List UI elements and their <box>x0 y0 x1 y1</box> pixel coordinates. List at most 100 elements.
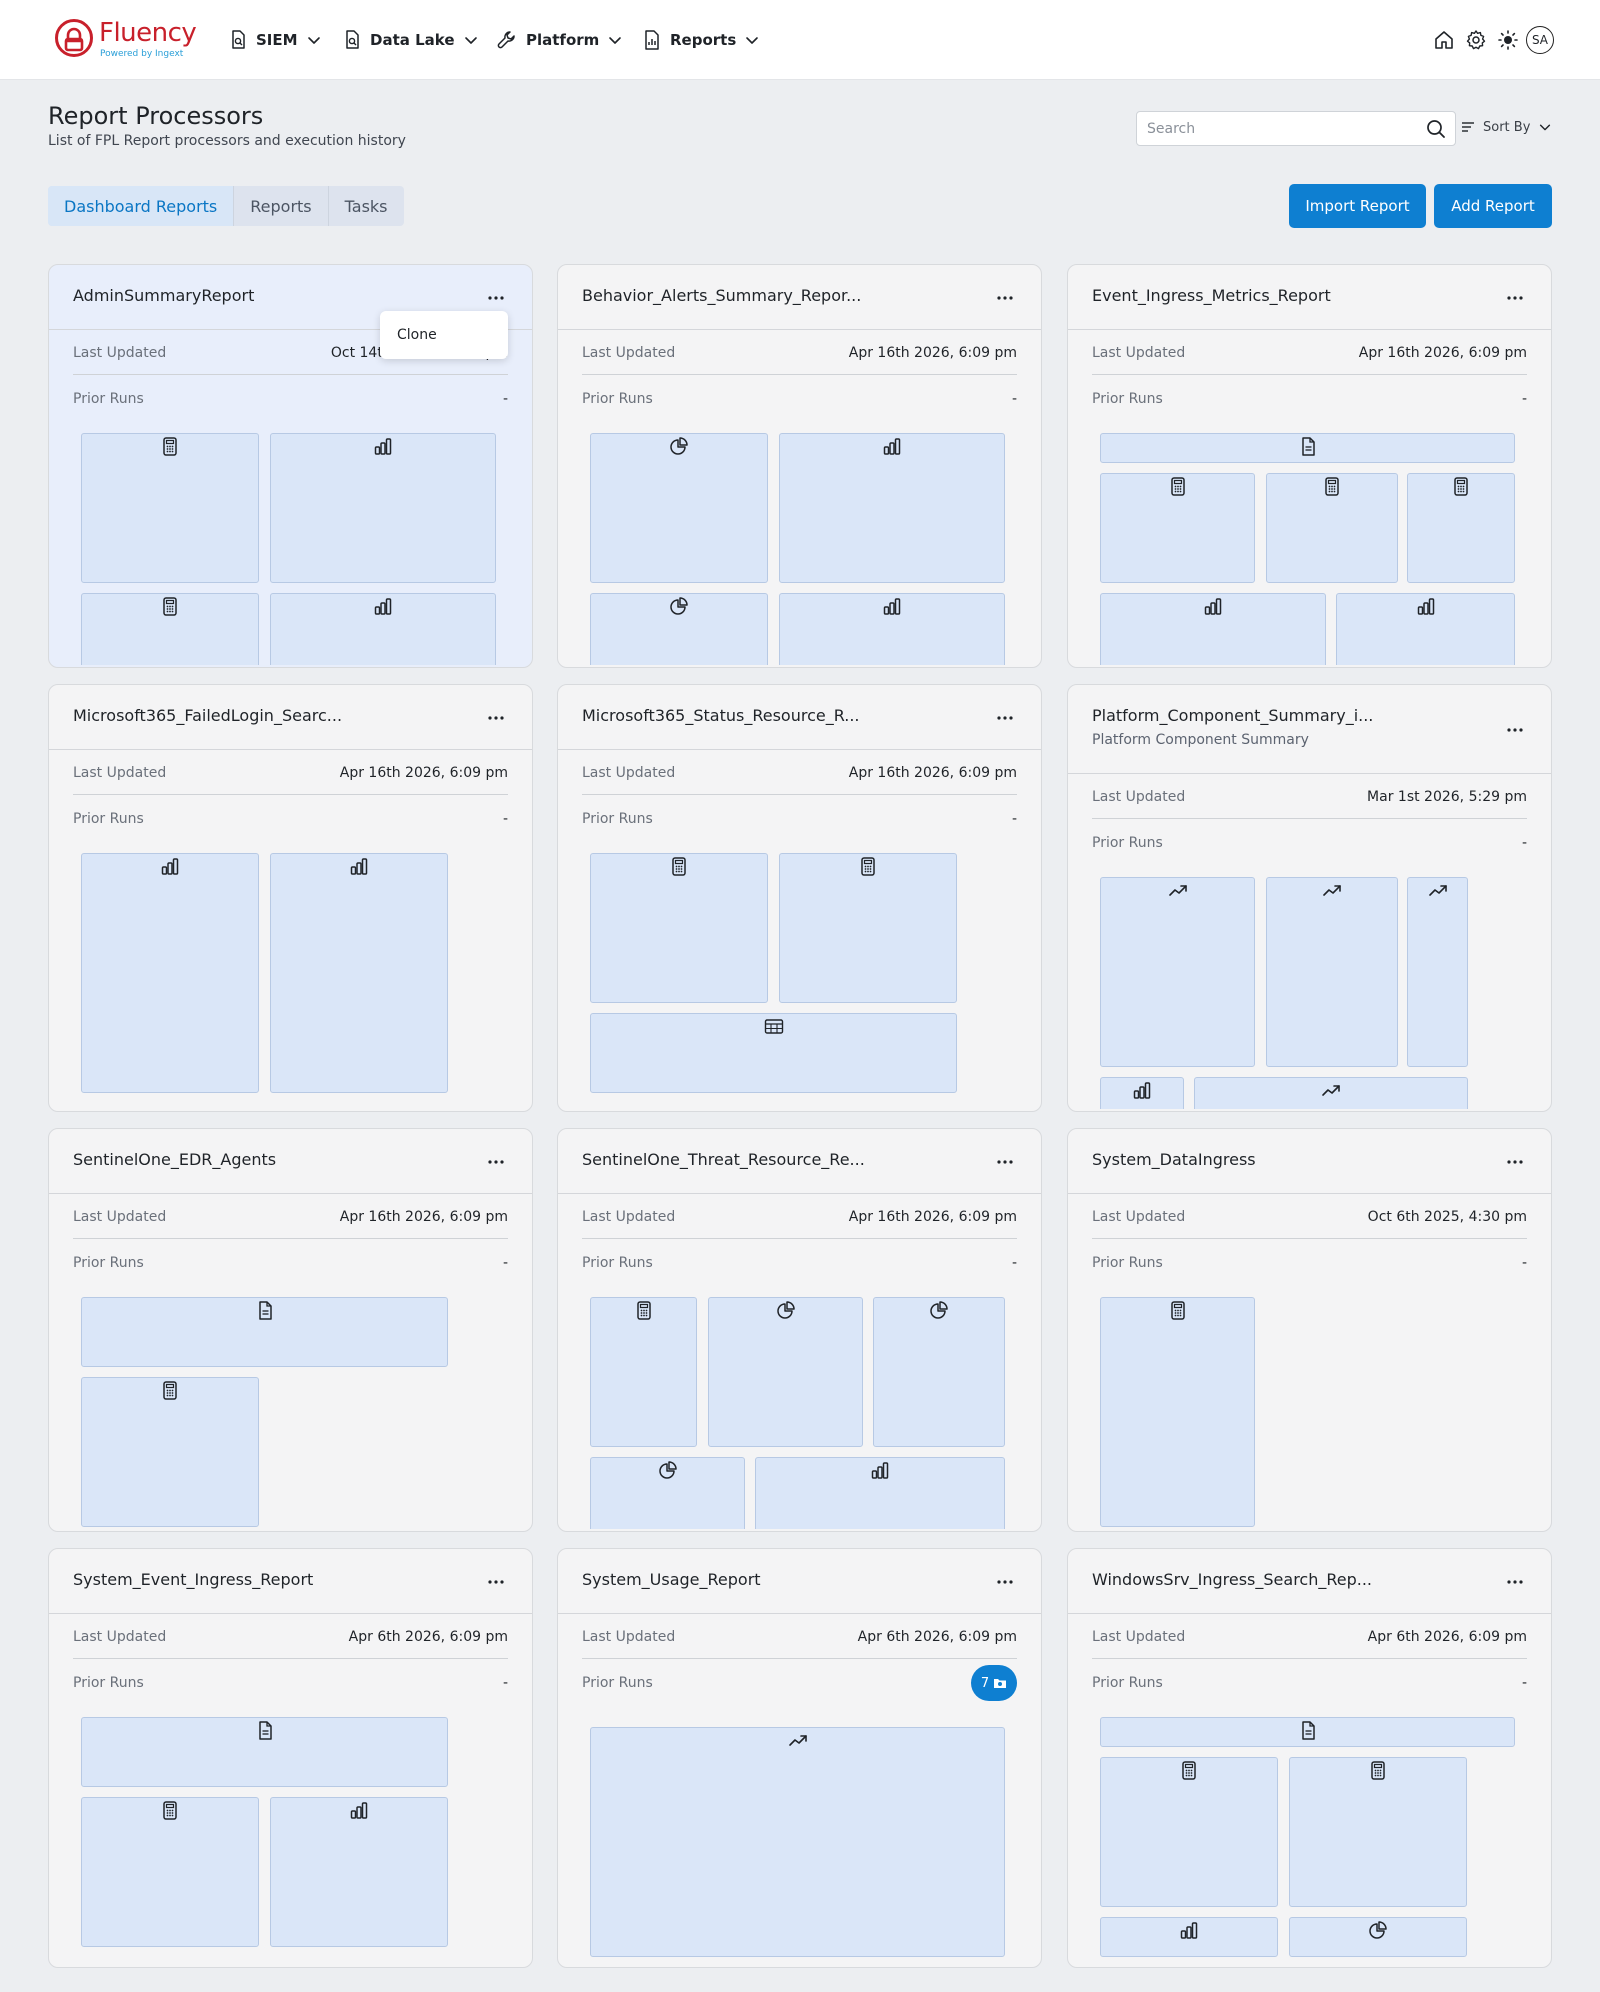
card-title[interactable]: System_DataIngress <box>1092 1150 1256 1169</box>
card-title[interactable]: System_Event_Ingress_Report <box>73 1570 313 1589</box>
card-title[interactable]: Behavior_Alerts_Summary_Repor... <box>582 286 861 305</box>
user-avatar[interactable]: SA <box>1526 26 1554 54</box>
calculator-icon <box>669 856 689 878</box>
search-input[interactable] <box>1147 118 1407 140</box>
preview-widget <box>270 433 496 583</box>
preview-widget <box>590 593 768 665</box>
report-preview[interactable] <box>1100 1297 1519 1529</box>
report-preview[interactable] <box>590 433 1009 665</box>
tab-tasks[interactable]: Tasks <box>329 186 404 226</box>
calculator-icon <box>634 1300 654 1322</box>
folder-icon <box>994 1679 1007 1688</box>
preview-widget <box>590 1727 1005 1957</box>
last-updated-value: Apr 16th 2026, 6:09 pm <box>848 344 1017 361</box>
sun-icon[interactable] <box>1494 24 1522 56</box>
nav-platform[interactable]: Platform <box>496 26 623 54</box>
card-title[interactable]: SentinelOne_Threat_Resource_Re... <box>582 1150 865 1169</box>
nav-reports[interactable]: Reports <box>642 26 760 54</box>
card-title[interactable]: System_Usage_Report <box>582 1570 761 1589</box>
prior-runs-row: Prior Runs <box>582 1661 1017 1705</box>
report-card[interactable]: System_DataIngress Last Updated Oct 6th 20… <box>1067 1128 1552 1532</box>
card-title[interactable]: AdminSummaryReport <box>73 286 254 305</box>
calculator-icon <box>160 1800 180 1822</box>
more-options-icon[interactable] <box>993 288 1017 308</box>
import-report-button[interactable]: Import Report <box>1289 184 1426 228</box>
more-options-icon[interactable] <box>484 288 508 308</box>
more-options-icon[interactable] <box>993 1572 1017 1592</box>
clone-menu-item[interactable]: Clone <box>397 327 437 343</box>
home-icon[interactable] <box>1430 24 1458 56</box>
prior-runs-label: Prior Runs <box>582 811 653 827</box>
report-preview[interactable] <box>590 1297 1009 1529</box>
last-updated-label: Last Updated <box>73 764 167 781</box>
bar-chart-icon <box>1203 596 1223 618</box>
preview-widget <box>1100 1717 1515 1747</box>
report-preview[interactable] <box>81 433 500 665</box>
more-options-icon[interactable] <box>1503 720 1527 740</box>
more-options-icon[interactable] <box>1503 1572 1527 1592</box>
report-card[interactable]: System_Event_Ingress_Report Last Updated A… <box>48 1548 533 1968</box>
preview-widget <box>1100 877 1255 1067</box>
tab-reports[interactable]: Reports <box>234 186 329 226</box>
add-report-button[interactable]: Add Report <box>1434 184 1552 228</box>
card-title[interactable]: Microsoft365_Status_Resource_R... <box>582 706 860 725</box>
trend-line-icon <box>1428 880 1448 902</box>
more-options-icon[interactable] <box>484 1572 508 1592</box>
card-title[interactable]: SentinelOne_EDR_Agents <box>73 1150 276 1169</box>
report-preview[interactable] <box>1100 433 1519 665</box>
report-card[interactable]: Microsoft365_FailedLogin_Searc... Last Up… <box>48 684 533 1112</box>
more-options-icon[interactable] <box>1503 1152 1527 1172</box>
gear-icon[interactable] <box>1462 24 1490 56</box>
report-card[interactable]: Microsoft365_Status_Resource_R... Last Up… <box>557 684 1042 1112</box>
report-preview[interactable] <box>81 1297 500 1529</box>
last-updated-label: Last Updated <box>582 1628 676 1645</box>
more-options-icon[interactable] <box>484 708 508 728</box>
last-updated-label: Last Updated <box>582 1208 676 1225</box>
prior-runs-badge[interactable]: 7 <box>971 1665 1017 1701</box>
report-preview[interactable] <box>590 853 1009 1109</box>
more-options-icon[interactable] <box>993 1152 1017 1172</box>
card-title[interactable]: Microsoft365_FailedLogin_Searc... <box>73 706 342 725</box>
report-card[interactable]: SentinelOne_Threat_Resource_Re... Last Up… <box>557 1128 1042 1532</box>
report-preview[interactable] <box>1100 877 1519 1109</box>
report-preview[interactable] <box>590 1727 1009 1965</box>
card-title[interactable]: Platform_Component_Summary_i... <box>1092 706 1373 725</box>
more-options-icon[interactable] <box>1503 288 1527 308</box>
prior-runs-label: Prior Runs <box>73 1255 144 1271</box>
more-options-icon[interactable] <box>484 1152 508 1172</box>
nav-siem-label: SIEM <box>256 31 298 49</box>
sort-by-dropdown[interactable]: Sort By <box>1461 116 1552 138</box>
bar-chart-icon <box>160 856 180 878</box>
preview-widget <box>1289 1757 1467 1907</box>
card-title[interactable]: Event_Ingress_Metrics_Report <box>1092 286 1331 305</box>
preview-widget <box>1100 433 1515 463</box>
brand-subtitle: Powered by Ingext <box>100 49 184 59</box>
report-card[interactable]: Behavior_Alerts_Summary_Repor... Last Upd… <box>557 264 1042 668</box>
report-preview[interactable] <box>81 853 500 1109</box>
nav-data-lake[interactable]: Data Lake <box>342 26 479 54</box>
more-options-icon[interactable] <box>993 708 1017 728</box>
card-actions-menu: Clone <box>380 311 508 359</box>
bar-chart-icon <box>1416 596 1436 618</box>
preview-widget <box>779 853 957 1003</box>
fluency-logo[interactable]: Fluency Powered by Ingext <box>54 18 204 62</box>
report-card[interactable]: Platform_Component_Summary_i... Platform … <box>1067 684 1552 1112</box>
search-icon[interactable] <box>1425 118 1447 140</box>
report-card[interactable]: System_Usage_Report Last Updated Apr 6th 2… <box>557 1548 1042 1968</box>
report-card[interactable]: SentinelOne_EDR_Agents Last Updated Apr 16… <box>48 1128 533 1532</box>
report-card[interactable]: WindowsSrv_Ingress_Search_Rep... Last Upd… <box>1067 1548 1552 1968</box>
preview-widget <box>1100 1297 1255 1527</box>
last-updated-row: Last Updated Apr 16th 2026, 6:09 pm <box>1092 331 1527 375</box>
card-title[interactable]: WindowsSrv_Ingress_Search_Rep... <box>1092 1570 1372 1589</box>
report-preview[interactable] <box>1100 1717 1519 1965</box>
trend-line-icon <box>1322 880 1342 902</box>
search-doc-icon <box>228 29 248 51</box>
prior-runs-value: - <box>502 811 508 827</box>
tab-dashboard-reports[interactable]: Dashboard Reports <box>48 186 235 226</box>
last-updated-row: Last Updated Apr 16th 2026, 6:09 pm <box>582 751 1017 795</box>
nav-siem[interactable]: SIEM <box>228 26 322 54</box>
report-card[interactable]: Event_Ingress_Metrics_Report Last Updated… <box>1067 264 1552 668</box>
calculator-icon <box>1179 1760 1199 1782</box>
report-preview[interactable] <box>81 1717 500 1965</box>
last-updated-value: Apr 6th 2026, 6:09 pm <box>1367 1628 1527 1645</box>
